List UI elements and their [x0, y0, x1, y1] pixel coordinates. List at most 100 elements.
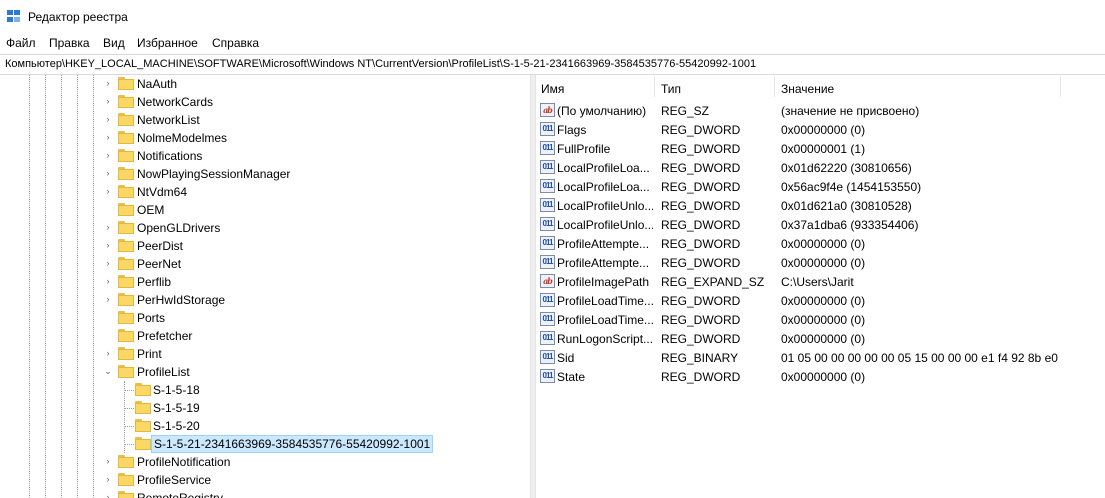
- tree-node[interactable]: › ProfileService: [0, 471, 400, 489]
- folder-icon: [118, 185, 134, 198]
- value-row[interactable]: ab ProfileImagePath REG_EXPAND_SZ C:\Users\…: [535, 272, 1105, 291]
- column-type[interactable]: Тип: [655, 75, 775, 99]
- value-data: 0x00000000 (0): [781, 294, 866, 308]
- chevron-right-icon[interactable]: ›: [103, 222, 113, 232]
- tree-node-label[interactable]: S-1-5-21-2341663969-3584535776-55420992-…: [151, 435, 434, 453]
- tree-node-label[interactable]: PeerDist: [135, 238, 185, 254]
- tree-node-label[interactable]: NolmeModelmes: [135, 130, 229, 146]
- value-row[interactable]: 011 State REG_DWORD 0x00000000 (0): [535, 367, 1105, 386]
- value-row[interactable]: 011 LocalProfileUnlo... REG_DWORD 0x01d621a…: [535, 196, 1105, 215]
- tree-node-label[interactable]: RemoteRegistry: [135, 490, 225, 498]
- chevron-right-icon[interactable]: ›: [103, 78, 113, 88]
- folder-icon: [118, 149, 134, 162]
- tree-node[interactable]: › NetworkList: [0, 111, 400, 129]
- tree-node[interactable]: S-1-5-20: [0, 417, 400, 435]
- key-tree[interactable]: › NaAuth › NetworkCards › NetworkList › NolmeMo…: [0, 75, 530, 498]
- value-row[interactable]: 011 ProfileAttempte... REG_DWORD 0x00000000…: [535, 234, 1105, 253]
- tree-node[interactable]: › PeerDist: [0, 237, 400, 255]
- value-row[interactable]: 011 LocalProfileUnlo... REG_DWORD 0x37a1dba…: [535, 215, 1105, 234]
- tree-node[interactable]: OEM: [0, 201, 400, 219]
- tree-node-label[interactable]: PerHwIdStorage: [135, 292, 227, 308]
- menu-file[interactable]: Файл: [6, 36, 36, 50]
- value-row[interactable]: ab (По умолчанию) REG_SZ (значение не присв…: [535, 101, 1105, 120]
- chevron-right-icon[interactable]: ›: [103, 168, 113, 178]
- tree-node[interactable]: › Print: [0, 345, 400, 363]
- tree-node-label[interactable]: NetworkCards: [135, 94, 215, 110]
- tree-node-label[interactable]: Print: [135, 346, 164, 362]
- tree-node-label[interactable]: S-1-5-20: [151, 418, 202, 434]
- tree-node-label[interactable]: Ports: [135, 310, 167, 326]
- tree-node[interactable]: S-1-5-19: [0, 399, 400, 417]
- tree-node-label[interactable]: ProfileNotification: [135, 454, 232, 470]
- address-bar[interactable]: Компьютер\HKEY_LOCAL_MACHINE\SOFTWARE\Mi…: [0, 54, 1105, 75]
- tree-node[interactable]: Ports: [0, 309, 400, 327]
- column-value[interactable]: Значение: [775, 75, 1060, 99]
- tree-node[interactable]: S-1-5-18: [0, 381, 400, 399]
- tree-node[interactable]: › NolmeModelmes: [0, 129, 400, 147]
- tree-node[interactable]: S-1-5-21-2341663969-3584535776-55420992-…: [0, 435, 434, 453]
- tree-node-label[interactable]: S-1-5-19: [151, 400, 202, 416]
- menu-help[interactable]: Справка: [212, 36, 259, 50]
- menu-favorites[interactable]: Избранное: [137, 36, 198, 50]
- title-bar[interactable]: Редактор реестра: [0, 0, 1105, 32]
- chevron-right-icon[interactable]: ›: [103, 96, 113, 106]
- value-type: REG_EXPAND_SZ: [661, 275, 765, 289]
- tree-node-label[interactable]: Prefetcher: [135, 328, 194, 344]
- tree-node[interactable]: › OpenGLDrivers: [0, 219, 400, 237]
- tree-node[interactable]: › NetworkCards: [0, 93, 400, 111]
- tree-node[interactable]: Prefetcher: [0, 327, 400, 345]
- tree-node-label[interactable]: ProfileList: [135, 364, 192, 380]
- tree-node[interactable]: › RemoteRegistry: [0, 489, 400, 498]
- tree-node-label[interactable]: NtVdm64: [135, 184, 189, 200]
- tree-node[interactable]: › NowPlayingSessionManager: [0, 165, 400, 183]
- values-list[interactable]: Имя Тип Значение ab (По умолчанию) REG_SZ(…: [535, 75, 1105, 498]
- chevron-right-icon[interactable]: ›: [103, 186, 113, 196]
- tree-node-label[interactable]: ProfileService: [135, 472, 213, 488]
- tree-node[interactable]: › NtVdm64: [0, 183, 400, 201]
- tree-node[interactable]: ⌄ ProfileList: [0, 363, 400, 381]
- tree-node-label[interactable]: S-1-5-18: [151, 382, 202, 398]
- column-divider[interactable]: [1060, 77, 1061, 97]
- value-row[interactable]: 011 LocalProfileLoa... REG_DWORD 0x01d62220…: [535, 158, 1105, 177]
- tree-node-label[interactable]: PeerNet: [135, 256, 183, 272]
- tree-node[interactable]: › PerHwIdStorage: [0, 291, 400, 309]
- tree-node-label[interactable]: Perflib: [135, 274, 173, 290]
- value-row[interactable]: 011 Sid REG_BINARY 01 05 00 00 00 00 00 05 …: [535, 348, 1105, 367]
- tree-node-label[interactable]: NaAuth: [135, 76, 179, 92]
- chevron-right-icon[interactable]: ›: [103, 492, 113, 498]
- chevron-right-icon[interactable]: ›: [103, 258, 113, 268]
- tree-node-label[interactable]: OEM: [135, 202, 166, 218]
- menu-edit[interactable]: Правка: [49, 36, 90, 50]
- tree-node-label[interactable]: Notifications: [135, 148, 204, 164]
- binary-value-icon: 011: [540, 369, 555, 383]
- chevron-right-icon[interactable]: ›: [103, 150, 113, 160]
- chevron-right-icon[interactable]: ›: [103, 276, 113, 286]
- chevron-right-icon[interactable]: ›: [103, 132, 113, 142]
- chevron-right-icon[interactable]: ›: [103, 294, 113, 304]
- value-row[interactable]: 011 ProfileAttempte... REG_DWORD 0x00000000…: [535, 253, 1105, 272]
- value-name: Sid: [557, 351, 575, 365]
- value-row[interactable]: 011 LocalProfileLoa... REG_DWORD 0x56ac9f4e…: [535, 177, 1105, 196]
- tree-node[interactable]: › ProfileNotification: [0, 453, 400, 471]
- menu-view[interactable]: Вид: [103, 36, 125, 50]
- value-row[interactable]: 011 ProfileLoadTime... REG_DWORD 0x00000000…: [535, 291, 1105, 310]
- tree-node[interactable]: › Notifications: [0, 147, 400, 165]
- value-row[interactable]: 011 RunLogonScript... REG_DWORD 0x00000000 …: [535, 329, 1105, 348]
- tree-node-label[interactable]: NowPlayingSessionManager: [135, 166, 292, 182]
- chevron-right-icon[interactable]: ›: [103, 240, 113, 250]
- tree-node-label[interactable]: OpenGLDrivers: [135, 220, 222, 236]
- chevron-right-icon[interactable]: ›: [103, 456, 113, 466]
- tree-node-label[interactable]: NetworkList: [135, 112, 202, 128]
- address-path[interactable]: Компьютер\HKEY_LOCAL_MACHINE\SOFTWARE\Mi…: [5, 58, 756, 70]
- value-row[interactable]: 011 FullProfile REG_DWORD 0x00000001 (1): [535, 139, 1105, 158]
- chevron-down-icon[interactable]: ⌄: [103, 366, 113, 376]
- chevron-right-icon[interactable]: ›: [103, 348, 113, 358]
- tree-node[interactable]: › PeerNet: [0, 255, 400, 273]
- tree-node[interactable]: › NaAuth: [0, 75, 400, 93]
- tree-node[interactable]: › Perflib: [0, 273, 400, 291]
- value-row[interactable]: 011 Flags REG_DWORD 0x00000000 (0): [535, 120, 1105, 139]
- column-name[interactable]: Имя: [535, 75, 655, 99]
- value-row[interactable]: 011 ProfileLoadTime... REG_DWORD 0x00000000…: [535, 310, 1105, 329]
- chevron-right-icon[interactable]: ›: [103, 474, 113, 484]
- chevron-right-icon[interactable]: ›: [103, 114, 113, 124]
